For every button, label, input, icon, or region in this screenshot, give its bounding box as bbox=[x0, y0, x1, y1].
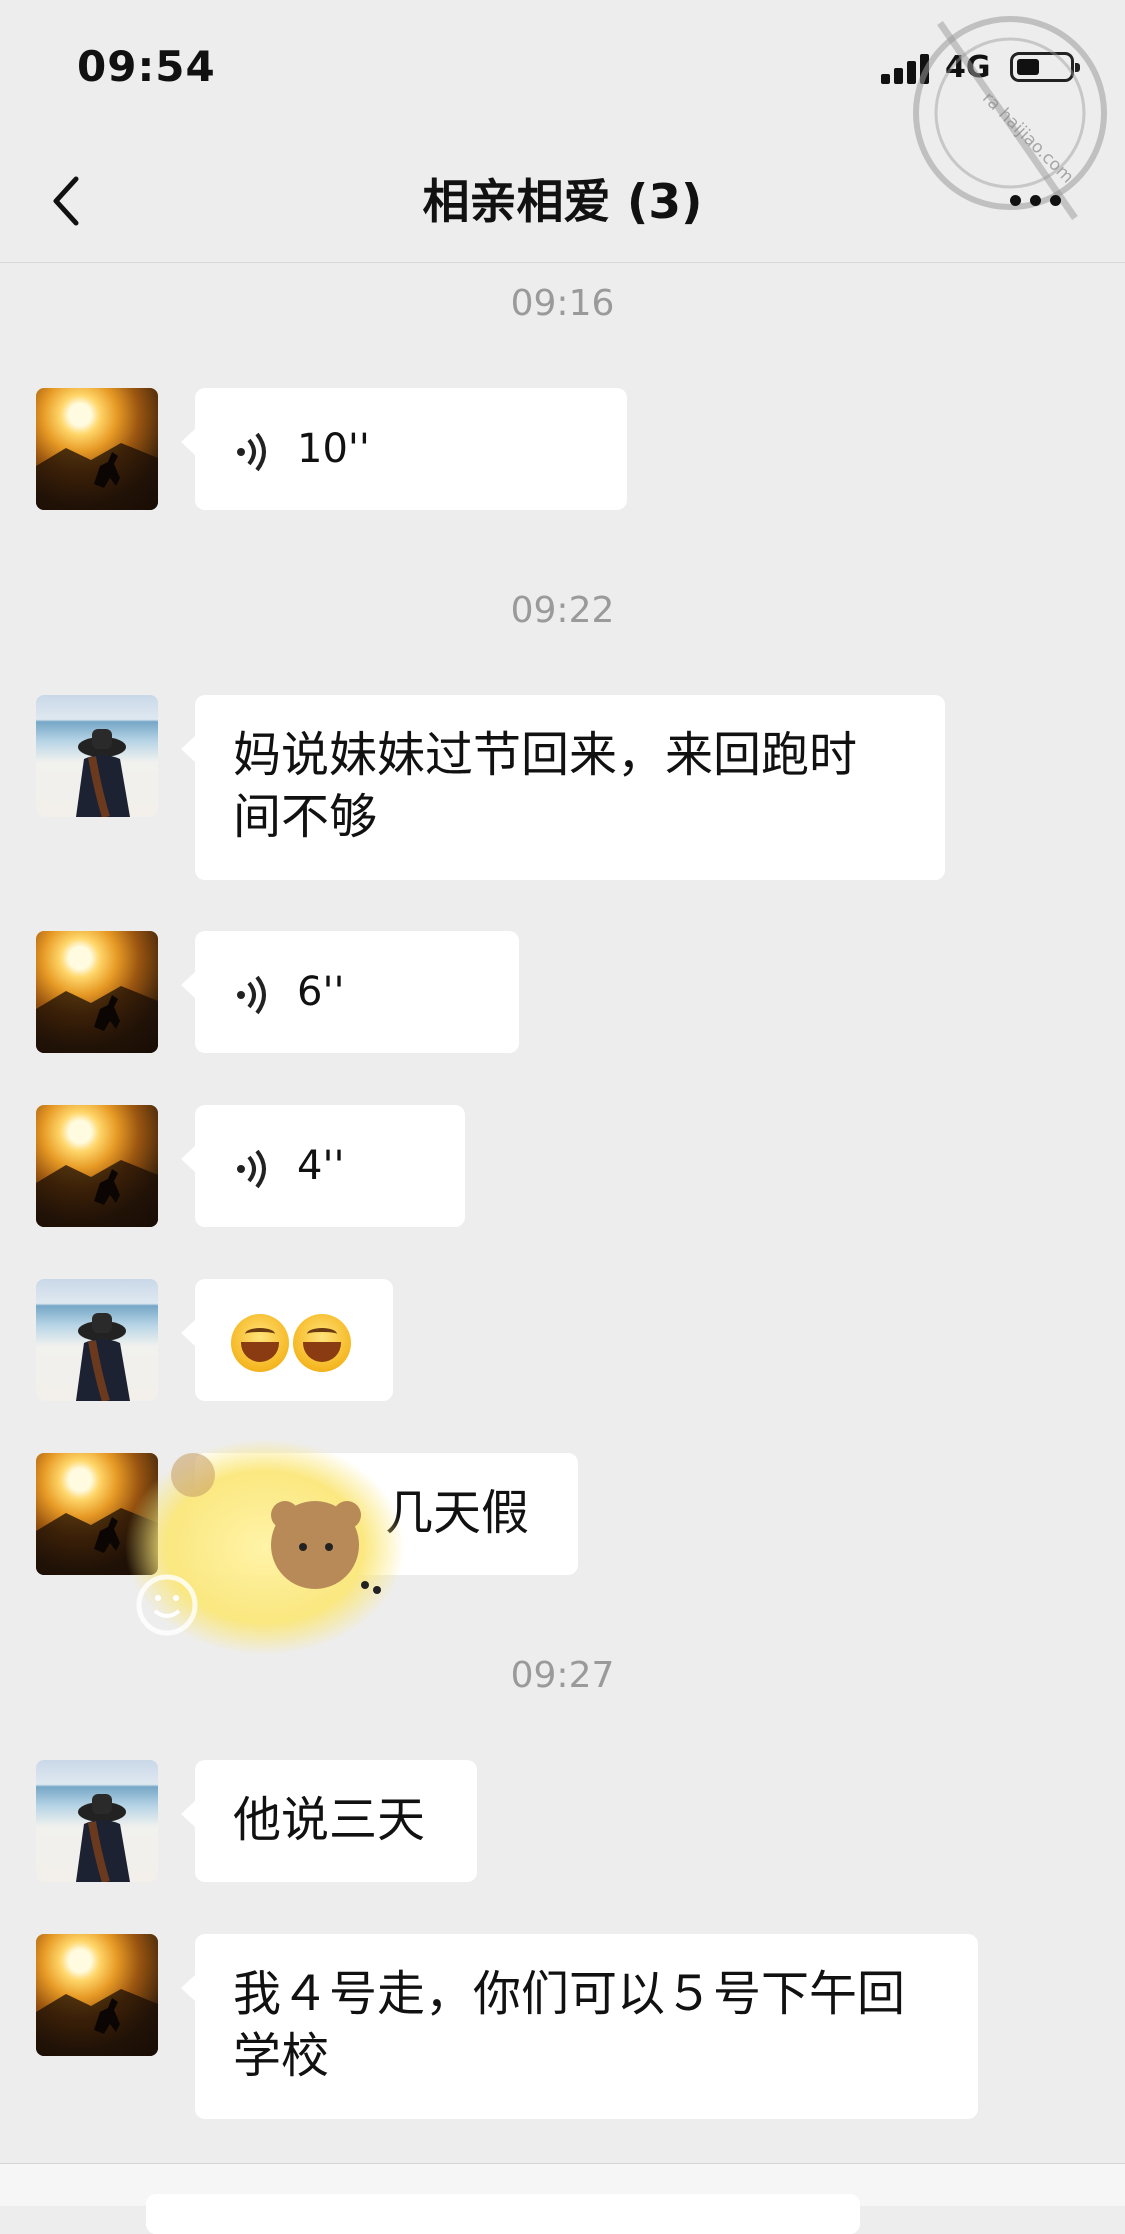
timestamp: 09:27 bbox=[510, 1655, 615, 1696]
voice-duration: 6'' bbox=[297, 969, 345, 1015]
text-message[interactable]: 我４号走，你们可以５号下午回 学校 bbox=[181, 1934, 978, 2119]
voice-message[interactable]: 10'' bbox=[181, 388, 627, 510]
timestamp: 09:22 bbox=[510, 590, 615, 631]
message-line: 他说三天 bbox=[233, 1792, 426, 1848]
text-message[interactable]: 他说三天 bbox=[181, 1760, 477, 1882]
chat-header: 相亲相爱 (3) bbox=[0, 135, 1125, 263]
message-line: 间不够 bbox=[233, 789, 378, 845]
bear-sticker bbox=[125, 1439, 405, 1655]
message-line: 学校 bbox=[233, 2028, 330, 2084]
message-line: 我４号走，你们可以５号下午回 bbox=[233, 1966, 906, 2022]
input-bar bbox=[0, 2163, 1125, 2234]
voice-duration: 4'' bbox=[297, 1143, 345, 1189]
timestamp: 09:16 bbox=[510, 283, 615, 324]
message-line: 几天假 bbox=[385, 1485, 530, 1541]
text-message[interactable]: 妈说妹妹过节回来，来回跑时 间不够 bbox=[181, 695, 945, 880]
beach-avatar[interactable] bbox=[36, 1760, 158, 1882]
grin-emoji-icon bbox=[231, 1314, 289, 1372]
message-line: 妈说妹妹过节回来，来回跑时 bbox=[233, 727, 858, 783]
sunset-avatar[interactable] bbox=[36, 1105, 158, 1227]
grin-emoji-icon bbox=[293, 1314, 351, 1372]
voice-wave-icon bbox=[237, 1149, 266, 1189]
voice-message[interactable]: 6'' bbox=[181, 931, 519, 1053]
beach-avatar[interactable] bbox=[36, 1279, 158, 1401]
message-input[interactable] bbox=[146, 2194, 860, 2234]
voice-duration: 10'' bbox=[297, 426, 370, 472]
beach-avatar[interactable] bbox=[36, 695, 158, 817]
status-time: 09:54 bbox=[77, 42, 216, 91]
voice-wave-icon bbox=[237, 432, 266, 472]
emoji-message[interactable] bbox=[181, 1279, 393, 1401]
sunset-avatar[interactable] bbox=[36, 1934, 158, 2056]
sunset-avatar[interactable] bbox=[36, 388, 158, 510]
chat-title: 相亲相爱 (3) bbox=[422, 175, 703, 230]
ellipsis-icon[interactable] bbox=[1000, 179, 1070, 219]
voice-message[interactable]: 4'' bbox=[181, 1105, 465, 1227]
voice-wave-icon bbox=[237, 975, 266, 1015]
sunset-avatar[interactable] bbox=[36, 931, 158, 1053]
